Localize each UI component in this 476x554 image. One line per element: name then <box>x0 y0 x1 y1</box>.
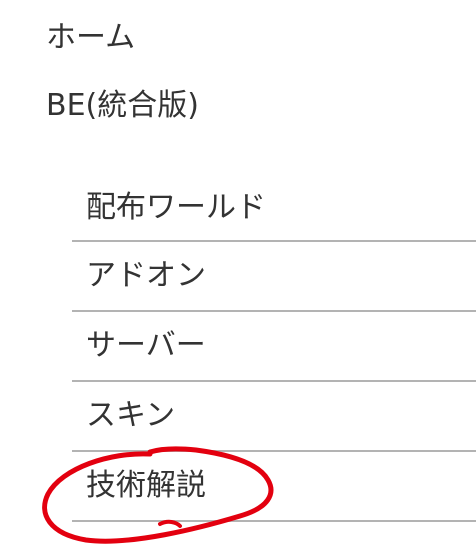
nav-home-link[interactable]: ホーム <box>46 18 135 58</box>
submenu-item-label: 配布ワールド <box>86 190 266 225</box>
submenu-item-skins[interactable]: スキン <box>72 382 476 452</box>
submenu-item-addons[interactable]: アドオン <box>72 242 476 312</box>
submenu-item-label: スキン <box>86 398 176 433</box>
nav-be-link[interactable]: BE(統合版) <box>46 86 199 126</box>
submenu-item-servers[interactable]: サーバー <box>72 312 476 382</box>
submenu-item-label: 技術解説 <box>86 468 206 503</box>
submenu-item-distributed-worlds[interactable]: 配布ワールド <box>72 172 476 242</box>
submenu-item-label: サーバー <box>86 328 206 363</box>
submenu-item-technical-guides[interactable]: 技術解説 <box>72 452 476 522</box>
submenu-item-label: アドオン <box>86 258 206 293</box>
be-submenu: 配布ワールド アドオン サーバー スキン 技術解説 <box>72 172 476 522</box>
